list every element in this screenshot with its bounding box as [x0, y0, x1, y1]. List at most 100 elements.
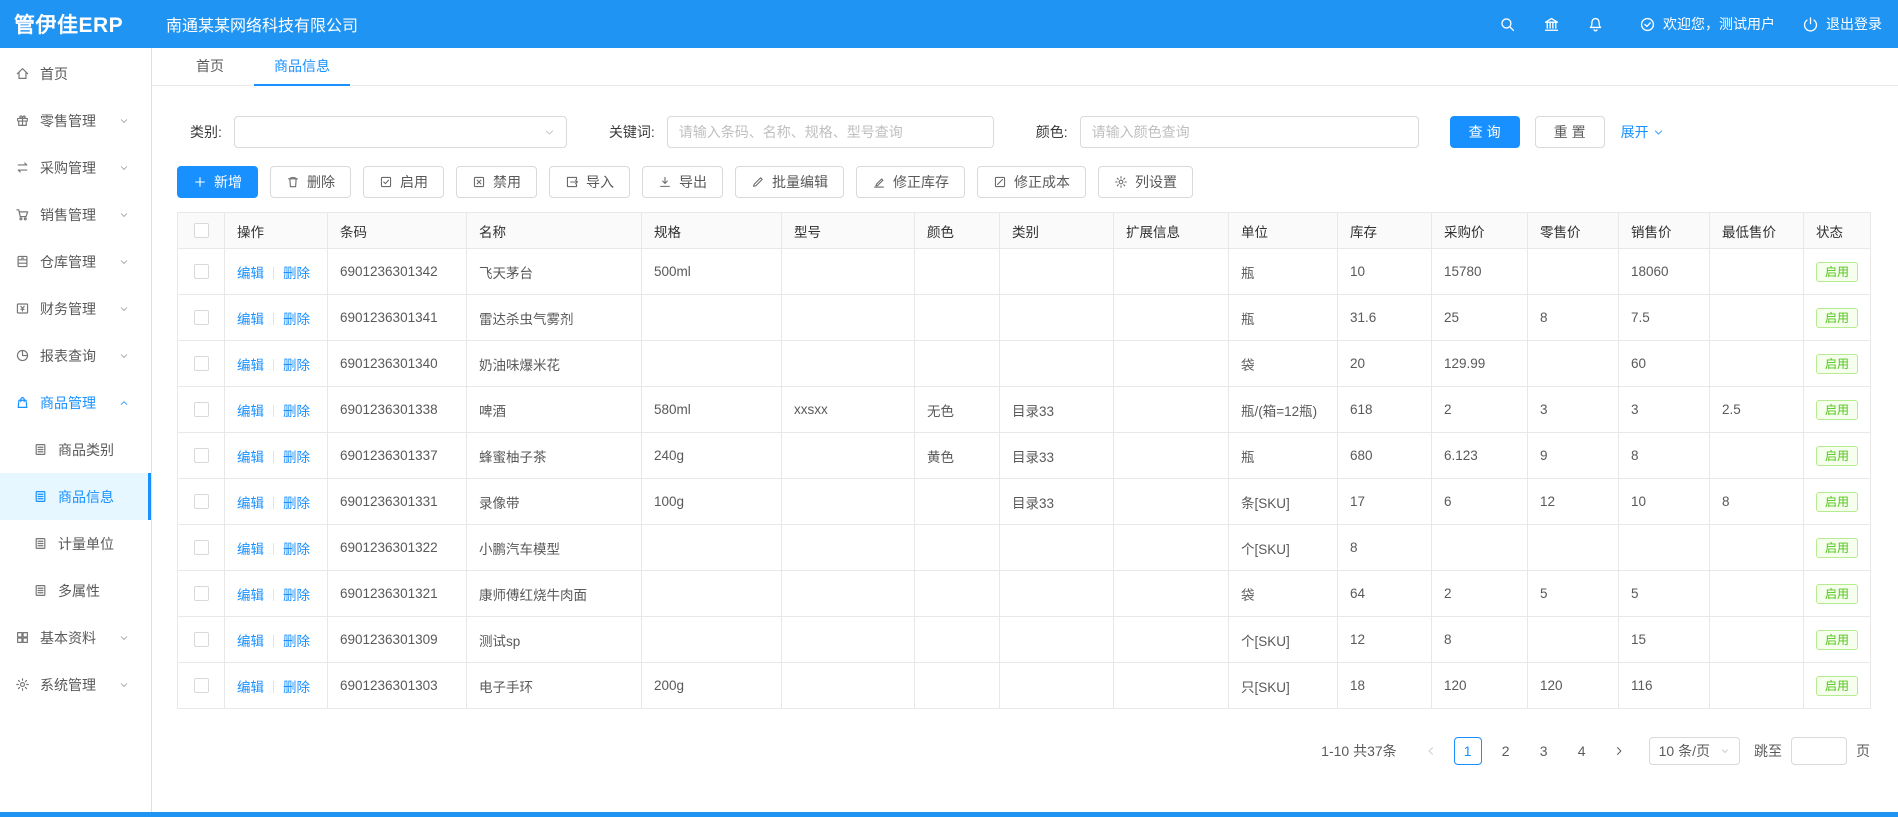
category-select[interactable] [234, 116, 567, 148]
check-square-icon [379, 175, 393, 189]
row-checkbox[interactable] [194, 264, 209, 279]
delete-link[interactable]: 删除 [283, 588, 310, 603]
sidebar-item-label: 仓库管理 [40, 252, 96, 272]
edit-link[interactable]: 编辑 [237, 266, 264, 281]
cell-unit: 条[SKU] [1229, 479, 1338, 525]
sidebar-item-sales[interactable]: 销售管理 [0, 191, 151, 238]
select-all-checkbox[interactable] [194, 223, 209, 238]
row-checkbox[interactable] [194, 540, 209, 555]
sidebar-item-units[interactable]: 计量单位 [0, 520, 151, 567]
sidebar-item-label: 基本资料 [40, 628, 96, 648]
sidebar-item-products[interactable]: 商品管理 [0, 379, 151, 426]
row-checkbox[interactable] [194, 632, 209, 647]
cell-sale_price: 7.5 [1619, 295, 1710, 341]
sidebar-item-product-category[interactable]: 商品类别 [0, 426, 151, 473]
row-checkbox[interactable] [194, 586, 209, 601]
enable-button[interactable]: 启用 [363, 166, 444, 198]
search-button[interactable]: 查询 [1450, 116, 1520, 148]
sidebar-item-warehouse[interactable]: 仓库管理 [0, 238, 151, 285]
delete-link[interactable]: 删除 [283, 312, 310, 327]
bank-icon[interactable] [1543, 16, 1560, 33]
page-button-1[interactable]: 1 [1454, 737, 1482, 765]
sidebar-item-purchase[interactable]: 采购管理 [0, 144, 151, 191]
row-checkbox[interactable] [194, 310, 209, 325]
edit-link[interactable]: 编辑 [237, 542, 264, 557]
add-button[interactable]: 新增 [177, 166, 258, 198]
edit-link[interactable]: 编辑 [237, 450, 264, 465]
delete-link[interactable]: 删除 [283, 450, 310, 465]
page-size-select[interactable]: 10 条/页 [1649, 737, 1740, 765]
sidebar-item-basic-data[interactable]: 基本资料 [0, 614, 151, 661]
cell-spec [642, 571, 782, 617]
edit-link[interactable]: 编辑 [237, 634, 264, 649]
row-checkbox[interactable] [194, 678, 209, 693]
delete-link[interactable]: 删除 [283, 496, 310, 511]
edit-link[interactable]: 编辑 [237, 496, 264, 511]
tab-home[interactable]: 首页 [176, 48, 244, 86]
cell-sale_price: 5 [1619, 571, 1710, 617]
sidebar-item-retail[interactable]: 零售管理 [0, 97, 151, 144]
cell-barcode: 6901236301338 [328, 387, 467, 433]
toolbar-button-label: 列设置 [1135, 172, 1177, 192]
expand-link[interactable]: 展开 [1621, 122, 1664, 142]
delete-link[interactable]: 删除 [283, 266, 310, 281]
prev-page-button[interactable] [1417, 737, 1445, 765]
page-button-4[interactable]: 4 [1568, 737, 1596, 765]
edit-link[interactable]: 编辑 [237, 680, 264, 695]
cell-category [1000, 341, 1114, 387]
cell-model [782, 433, 915, 479]
cell-category: 目录33 [1000, 433, 1114, 479]
sidebar-item-home[interactable]: 首页 [0, 50, 151, 97]
delete-link[interactable]: 删除 [283, 358, 310, 373]
delete-link[interactable]: 删除 [283, 542, 310, 557]
column-setup-button[interactable]: 列设置 [1098, 166, 1193, 198]
sidebar-item-finance[interactable]: 财务管理 [0, 285, 151, 332]
delete-link[interactable]: 删除 [283, 680, 310, 695]
edit-link[interactable]: 编辑 [237, 404, 264, 419]
cell-purchase_price: 25 [1432, 295, 1528, 341]
delete-button[interactable]: 删除 [270, 166, 351, 198]
import-button[interactable]: 导入 [549, 166, 630, 198]
cell-spec: 200g [642, 663, 782, 709]
sidebar-item-product-info[interactable]: 商品信息 [0, 473, 151, 520]
delete-link[interactable]: 删除 [283, 404, 310, 419]
row-checkbox[interactable] [194, 402, 209, 417]
page-button-2[interactable]: 2 [1492, 737, 1520, 765]
row-checkbox-cell [178, 663, 225, 709]
row-checkbox[interactable] [194, 494, 209, 509]
jump-page-input[interactable] [1791, 737, 1847, 765]
edit-link[interactable]: 编辑 [237, 358, 264, 373]
search-icon[interactable] [1499, 16, 1516, 33]
edit-link[interactable]: 编辑 [237, 588, 264, 603]
bell-icon[interactable] [1587, 16, 1604, 33]
adjust-stock-button[interactable]: 修正库存 [856, 166, 965, 198]
batch-edit-button[interactable]: 批量编辑 [735, 166, 844, 198]
table-row: 编辑删除6901236301338啤酒580mlxxsxx无色目录33瓶/(箱=… [178, 387, 1871, 433]
reset-button[interactable]: 重置 [1535, 116, 1605, 148]
column-header-purchase_price: 采购价 [1432, 213, 1528, 249]
sidebar-item-system[interactable]: 系统管理 [0, 661, 151, 708]
export-icon [658, 175, 672, 189]
next-page-button[interactable] [1605, 737, 1633, 765]
color-input[interactable] [1080, 116, 1419, 148]
jump-suffix: 页 [1856, 741, 1870, 761]
disable-button[interactable]: 禁用 [456, 166, 537, 198]
adjust-cost-button[interactable]: 修正成本 [977, 166, 1086, 198]
status-badge: 启用 [1816, 538, 1858, 558]
keyword-input[interactable] [667, 116, 994, 148]
sidebar-item-reports[interactable]: 报表查询 [0, 332, 151, 379]
row-checkbox[interactable] [194, 448, 209, 463]
tab-product-info[interactable]: 商品信息 [254, 48, 350, 86]
edit-link[interactable]: 编辑 [237, 312, 264, 327]
export-button[interactable]: 导出 [642, 166, 723, 198]
sidebar-item-attributes[interactable]: 多属性 [0, 567, 151, 614]
logout-button[interactable]: 退出登录 [1802, 14, 1882, 34]
row-checkbox[interactable] [194, 356, 209, 371]
sidebar-item-label: 销售管理 [40, 205, 96, 225]
delete-link[interactable]: 删除 [283, 634, 310, 649]
user-menu[interactable]: 欢迎您，测试用户 [1639, 14, 1775, 34]
row-checkbox-cell [178, 249, 225, 295]
page-button-3[interactable]: 3 [1530, 737, 1558, 765]
company-name: 南通某某网络科技有限公司 [166, 12, 358, 36]
cell-model [782, 249, 915, 295]
